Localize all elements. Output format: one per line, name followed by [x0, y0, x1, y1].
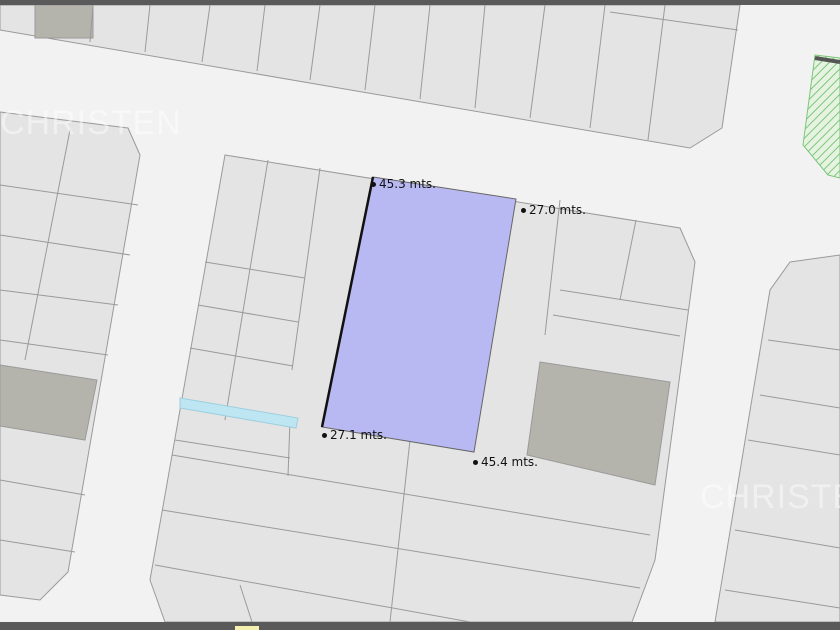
measurement-right: 27.0 mts. — [521, 203, 586, 217]
block-left — [0, 111, 141, 601]
watermark: CHRISTEN — [0, 104, 182, 142]
block-right — [714, 254, 840, 623]
measurement-label: 45.3 mts. — [379, 177, 436, 191]
top-border — [0, 0, 840, 5]
toolbar-tab[interactable] — [235, 626, 259, 630]
green-area — [802, 54, 840, 179]
vertex-dot-icon — [473, 460, 478, 465]
measurement-top: 45.3 mts. — [371, 177, 436, 191]
measurement-label: 27.1 mts. — [330, 428, 387, 442]
watermark: CHRISTEN — [700, 478, 840, 516]
built-area — [34, 4, 94, 39]
measurement-bottom: 45.4 mts. — [473, 455, 538, 469]
vertex-dot-icon — [322, 433, 327, 438]
measurement-label: 45.4 mts. — [481, 455, 538, 469]
vertex-dot-icon — [521, 208, 526, 213]
measurement-left: 27.1 mts. — [322, 428, 387, 442]
bottom-toolbar — [0, 622, 840, 630]
cadastral-map[interactable] — [0, 0, 840, 630]
measurement-label: 27.0 mts. — [529, 203, 586, 217]
vertex-dot-icon — [371, 182, 376, 187]
